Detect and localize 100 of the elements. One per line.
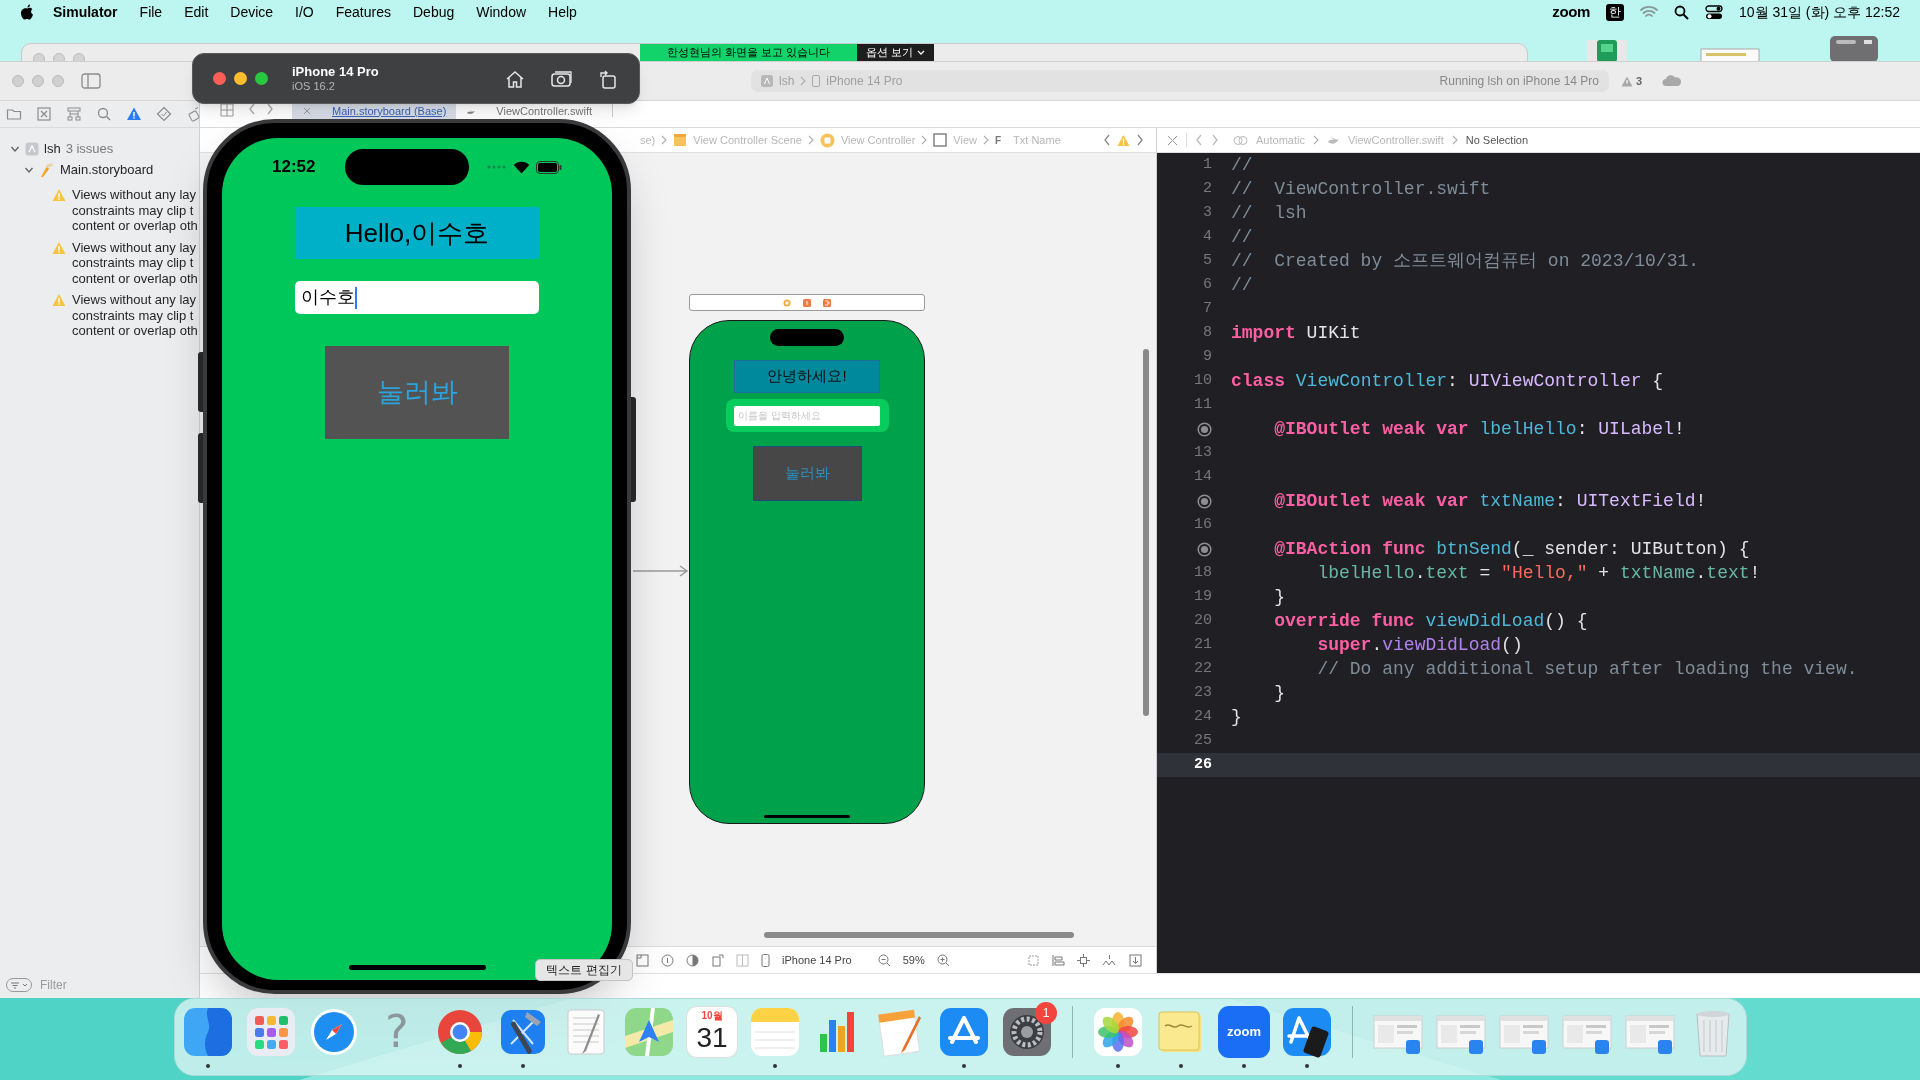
hierarchy-icon[interactable]	[66, 106, 82, 122]
search-icon[interactable]	[1673, 4, 1689, 20]
camera-icon[interactable]	[551, 69, 573, 88]
spray-can-icon[interactable]	[186, 106, 202, 122]
build-status: Running lsh on iPhone 14 Pro	[1439, 73, 1599, 90]
app-menu[interactable]: Simulator	[53, 1, 118, 23]
menu-item[interactable]: Features	[335, 1, 391, 23]
issue-message[interactable]: Views without any lay constraints may clip t content or overlap oth	[72, 187, 198, 234]
device-title: iPhone 14 Pro	[292, 63, 379, 79]
wifi-icon[interactable]	[1639, 5, 1658, 19]
menu-item[interactable]: Window	[476, 1, 527, 23]
calendar-icon[interactable]: 10월 31	[686, 1006, 738, 1058]
map-icon[interactable]	[623, 1006, 675, 1058]
code-line: import UIKit	[1231, 322, 1361, 345]
warning-icon	[1117, 133, 1130, 147]
name-text-field[interactable]: 이수호	[295, 281, 539, 314]
appearance-icon[interactable]	[686, 953, 699, 967]
diamond-icon[interactable]	[156, 106, 172, 122]
chevron-icon	[982, 135, 989, 145]
line-number: 3	[1203, 202, 1212, 223]
disclosure-chevron-icon[interactable]	[24, 165, 34, 175]
options-button[interactable]: 옵션 보기	[857, 44, 934, 61]
grid-icon[interactable]	[220, 103, 234, 117]
zoom-in-icon[interactable]	[936, 953, 950, 967]
desktop-file-icon[interactable]	[1585, 38, 1629, 62]
desktop-file-icon[interactable]	[1828, 34, 1880, 62]
embed-icon[interactable]	[1129, 953, 1142, 967]
info-circle-icon[interactable]	[661, 953, 674, 967]
text-cursor	[355, 286, 357, 309]
cloud-icon[interactable]	[1662, 75, 1683, 87]
chevron-icon	[921, 135, 928, 145]
os-version: iOS 16.2	[292, 78, 336, 94]
forward-icon[interactable]	[266, 103, 274, 115]
zoom-menu-extra[interactable]: zoom	[1552, 0, 1590, 24]
add-constraints-icon[interactable]	[1077, 953, 1090, 967]
rotate-icon[interactable]	[599, 68, 617, 89]
outlet-connection-icon[interactable]	[1197, 493, 1212, 509]
label-view[interactable]: 안녕하세요!	[734, 360, 880, 393]
filter-icon[interactable]	[6, 978, 32, 992]
menu-item[interactable]: Debug	[413, 1, 455, 23]
outlet-connection-icon[interactable]	[1197, 541, 1212, 557]
horizontal-scrollbar[interactable]	[764, 932, 1074, 938]
video-app-icon[interactable]: zoom	[1218, 1006, 1270, 1058]
entry-arrow	[633, 565, 689, 577]
code-line: class ViewController: UIViewController {	[1231, 370, 1664, 393]
close-window-button[interactable]	[213, 72, 226, 85]
resolve-issues-icon[interactable]	[1102, 953, 1117, 967]
warning-icon[interactable]	[126, 106, 142, 122]
line-number: 11	[1194, 394, 1212, 415]
folder-icon[interactable]	[6, 106, 22, 122]
app-device-icon[interactable]	[1281, 1006, 1333, 1058]
menu-item[interactable]: Edit	[184, 1, 209, 23]
menu-bar-clock[interactable]: 10월 31일 (화) 오후 12:52	[1738, 1, 1900, 23]
menu-item[interactable]: I/O	[295, 1, 314, 23]
breadcrumb-item[interactable]: No Selection	[1465, 131, 1529, 149]
menu-item[interactable]: Device	[230, 1, 274, 23]
device-selector[interactable]: iPhone 14 Pro	[782, 951, 852, 969]
split-view-icon[interactable]	[736, 953, 749, 967]
vertical-scrollbar[interactable]	[1143, 349, 1149, 716]
issue-message[interactable]: Views without any lay constraints may clip t content or overlap oth	[72, 292, 198, 339]
library-icon[interactable]	[636, 953, 649, 967]
flower-icon[interactable]	[1092, 1006, 1144, 1058]
warning-icon	[52, 293, 66, 307]
first-responder-icon[interactable]	[803, 298, 811, 307]
issue-message[interactable]: Views without any lay constraints may clip t content or overlap oth	[72, 239, 198, 286]
zoom-window-button[interactable]	[255, 72, 268, 85]
minimize-window-button[interactable]	[234, 72, 247, 85]
warning-count[interactable]: 3	[1636, 72, 1643, 90]
apple-icon[interactable]	[20, 3, 35, 21]
zoom-out-icon[interactable]	[877, 953, 891, 967]
split-square-icon[interactable]	[182, 1006, 234, 1058]
controller-icon[interactable]	[783, 298, 791, 307]
back-icon[interactable]	[248, 103, 256, 115]
editor-tab[interactable]: ViewController.swift	[456, 103, 603, 119]
outlet-connection-icon[interactable]	[1197, 421, 1212, 437]
compass-icon[interactable]	[308, 1006, 360, 1058]
code-line: //	[1231, 274, 1253, 297]
x-square-icon[interactable]	[36, 106, 52, 122]
toggle-switches-icon[interactable]	[1704, 4, 1723, 20]
home-icon[interactable]	[505, 69, 525, 88]
project-name[interactable]: lsh	[44, 139, 61, 159]
exit-icon[interactable]	[823, 298, 831, 307]
filter-field[interactable]: Filter	[40, 976, 190, 994]
orientation-icon[interactable]	[711, 953, 724, 967]
app-grid-icon[interactable]	[245, 1006, 297, 1058]
line-number: 10	[1194, 370, 1212, 391]
next-issue-icon[interactable]	[1136, 134, 1144, 146]
align-icon[interactable]	[1052, 953, 1065, 967]
chevron-icon	[1451, 135, 1458, 145]
a-shape-icon[interactable]	[938, 1006, 990, 1058]
zoom-level[interactable]: 59%	[902, 951, 925, 969]
menu-item[interactable]: File	[139, 1, 163, 23]
sidebar-icon[interactable]	[81, 73, 101, 89]
file-name[interactable]: Main.storyboard	[60, 160, 154, 180]
previous-issue-icon[interactable]	[1103, 134, 1111, 146]
disclosure-chevron-icon[interactable]	[10, 144, 20, 154]
gear-icon[interactable]	[1001, 1006, 1053, 1058]
menu-item[interactable]: Help	[548, 1, 577, 23]
line-number: 14	[1194, 466, 1212, 487]
close-icon[interactable]	[1167, 134, 1178, 146]
